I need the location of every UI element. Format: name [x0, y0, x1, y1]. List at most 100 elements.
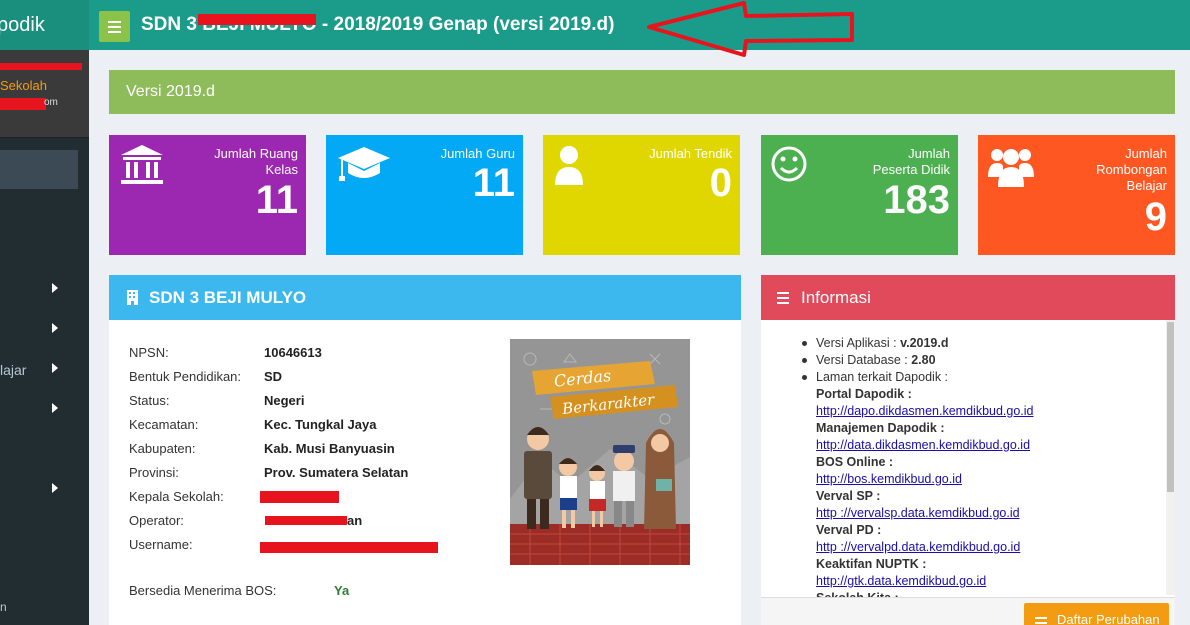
item-label: Versi Database : — [816, 353, 908, 367]
info-list: Versi Aplikasi : v.2019.d Versi Database… — [797, 335, 1157, 607]
item-label: Laman terkait Dapodik : — [816, 370, 949, 384]
bank-icon — [121, 145, 163, 184]
user-school-label: Sekolah — [0, 78, 47, 93]
graduation-cap-icon — [338, 147, 390, 181]
link-bos-online[interactable]: http://bos.kemdikbud.go.id — [816, 472, 962, 486]
stat-value: 183 — [883, 178, 950, 222]
field-value: Kec. Tungkal Jaya — [264, 417, 377, 432]
list-item-links: Laman terkait Dapodik : — [797, 369, 1157, 386]
scrollbar-thumb[interactable] — [1167, 322, 1174, 492]
stat-label: Jumlah Guru — [440, 146, 515, 161]
version-banner: Versi 2019.d — [109, 70, 1175, 114]
user-email: om — [44, 97, 58, 108]
link-name: BOS Online : — [816, 455, 894, 469]
list-item-app-version: Versi Aplikasi : v.2019.d — [797, 335, 1157, 352]
list-icon — [777, 292, 789, 307]
sidebar-footer-text: n — [0, 600, 7, 614]
stat-tile-rombongan-belajar[interactable]: Jumlah Rombongan Belajar 9 — [978, 135, 1175, 255]
link-name: Portal Dapodik : — [816, 387, 912, 401]
link-keaktifan-nuptk[interactable]: http://gtk.data.kemdikbud.go.id — [816, 574, 986, 588]
menu-toggle-button[interactable] — [99, 11, 130, 42]
info-panel-title: Informasi — [801, 288, 871, 307]
chevron-right-icon — [52, 323, 58, 333]
field-label: Provinsi: — [129, 465, 179, 480]
link-manajemen-dapodik[interactable]: http://data.dikdasmen.kemdikbud.go.id — [816, 438, 1030, 452]
item-label: Versi Aplikasi : — [816, 336, 897, 350]
redaction-mark — [198, 14, 316, 25]
field-label: Bersedia Menerima BOS: — [129, 583, 277, 598]
field-value: SD — [264, 369, 283, 384]
sidebar-item-active[interactable] — [0, 150, 78, 189]
link-name: Verval SP : — [816, 489, 881, 503]
smile-icon — [771, 146, 807, 182]
link-verval-pd[interactable]: http ://vervalpd.data.kemdikbud.go.id — [816, 540, 1020, 554]
stat-tile-guru[interactable]: Jumlah Guru 11 — [326, 135, 523, 255]
user-panel: Sekolah om — [0, 50, 89, 138]
stat-value: 9 — [1144, 195, 1167, 239]
annotation-arrow — [647, 1, 854, 57]
stat-value: 11 — [472, 161, 515, 205]
link-name: Keaktifan NUPTK : — [816, 557, 927, 571]
changelog-button-label: Daftar Perubahan — [1057, 612, 1160, 625]
link-portal-dapodik[interactable]: http://dapo.dikdasmen.kemdikbud.go.id — [816, 404, 1034, 418]
info-scrollbar[interactable] — [1166, 320, 1175, 595]
item-value: v.2019.d — [900, 336, 949, 350]
school-panel-header: SDN 3 BEJI MULYO — [109, 275, 741, 320]
brand-logo[interactable]: podik — [0, 0, 89, 50]
redaction-mark — [265, 516, 347, 525]
school-profile-panel: SDN 3 BEJI MULYO NPSN: 10646613 Bentuk Pe… — [109, 275, 741, 625]
field-label: Kepala Sekolah: — [129, 489, 224, 504]
field-label: Kecamatan: — [129, 417, 199, 432]
stat-label: Jumlah Ruang Kelas — [214, 146, 298, 177]
field-label: Bentuk Pendidikan: — [129, 369, 242, 384]
stat-tile-ruang-kelas[interactable]: Jumlah Ruang Kelas 11 — [109, 135, 306, 255]
brand-text: podik — [0, 14, 45, 36]
school-name-title: SDN 3 BEJI MULYO — [149, 288, 307, 307]
link-verval-sp[interactable]: http ://vervalsp.data.kemdikbud.go.id — [816, 506, 1020, 520]
sidebar-item[interactable] — [0, 270, 89, 310]
users-icon — [988, 149, 1034, 187]
field-value: Ya — [334, 583, 350, 598]
user-icon — [555, 146, 583, 185]
stat-label: Jumlah Tendik — [649, 146, 732, 161]
chevron-right-icon — [52, 283, 58, 293]
sidebar-item[interactable] — [0, 390, 89, 430]
item-value: 2.80 — [911, 353, 936, 367]
list-item-db-version: Versi Database : 2.80 — [797, 352, 1157, 369]
cerdas-berkarakter-poster: Cerdas Berkarakter — [510, 339, 690, 565]
stat-label: Jumlah Peserta Didik — [872, 146, 950, 177]
stat-value: 0 — [709, 161, 732, 205]
field-label: Username: — [129, 537, 193, 552]
redaction-mark — [260, 542, 438, 553]
list-icon — [1035, 617, 1047, 625]
field-value: Kab. Musi Banyuasin — [264, 441, 395, 456]
sidebar-item-label: lajar — [0, 362, 27, 378]
sidebar-item[interactable] — [0, 470, 89, 510]
link-name: Verval PD : — [816, 523, 882, 537]
field-value: an — [347, 513, 363, 528]
info-panel-header: Informasi — [761, 275, 1175, 320]
field-label: Operator: — [129, 513, 184, 528]
redaction-mark — [260, 491, 339, 503]
information-panel: Informasi Versi Aplikasi : v.2019.d Vers… — [761, 275, 1175, 625]
field-value: Prov. Sumatera Selatan — [264, 465, 409, 480]
changelog-button[interactable]: Daftar Perubahan — [1024, 603, 1169, 625]
top-header: SDN 3 BEJI MULYO - 2018/2019 Genap (vers… — [89, 0, 1190, 57]
stat-tile-peserta-didik[interactable]: Jumlah Peserta Didik 183 — [761, 135, 958, 255]
redaction-mark — [0, 63, 82, 70]
stat-tile-tendik[interactable]: Jumlah Tendik 0 — [543, 135, 740, 255]
field-label: NPSN: — [129, 345, 169, 360]
sidebar: podik Sekolah om lajar n — [0, 0, 89, 625]
field-value: 10646613 — [264, 345, 322, 360]
stat-value: 11 — [255, 178, 298, 222]
link-name: Manajemen Dapodik : — [816, 421, 945, 435]
chevron-right-icon — [52, 403, 58, 413]
building-icon — [127, 290, 138, 305]
stat-label: Jumlah Rombongan Belajar — [1096, 146, 1167, 193]
chevron-right-icon — [52, 483, 58, 493]
redaction-mark — [0, 98, 46, 110]
sidebar-item[interactable] — [0, 310, 89, 350]
sidebar-item-belajar[interactable]: lajar — [0, 350, 89, 390]
field-label: Status: — [129, 393, 170, 408]
field-label: Kabupaten: — [129, 441, 196, 456]
